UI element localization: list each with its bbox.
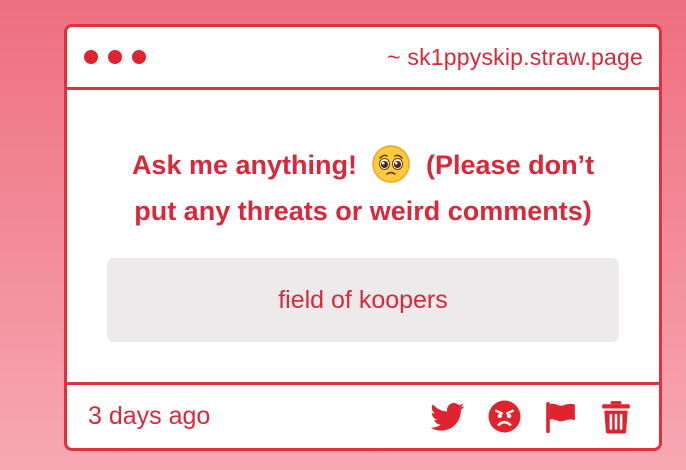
twitter-icon xyxy=(431,402,465,431)
answer-box: field of koopers xyxy=(107,258,619,342)
window-dot xyxy=(84,50,98,64)
report-angry-button[interactable] xyxy=(487,400,521,434)
trash-icon xyxy=(602,400,630,433)
angry-face-icon xyxy=(488,400,520,433)
card-footer: 3 days ago xyxy=(67,382,659,448)
pleading-face-icon xyxy=(371,145,410,183)
answer-text: field of koopers xyxy=(278,285,448,314)
twitter-share-button[interactable] xyxy=(431,400,465,434)
delete-button[interactable] xyxy=(599,400,633,434)
question-text-before: Ask me anything! xyxy=(131,150,357,180)
flag-button[interactable] xyxy=(543,400,577,434)
flag-icon xyxy=(546,401,575,433)
question-body: Ask me anything! (Please don’t put any t… xyxy=(67,90,659,382)
timestamp: 3 days ago xyxy=(88,402,211,430)
window-dots xyxy=(84,50,146,64)
question-card: ~ sk1ppyskip.straw.page Ask me anything!… xyxy=(64,24,662,451)
window-dot xyxy=(132,50,146,64)
question-text: Ask me anything! (Please don’t put any t… xyxy=(108,142,618,234)
page-url[interactable]: ~ sk1ppyskip.straw.page xyxy=(387,44,643,71)
window-dot xyxy=(108,50,122,64)
action-bar xyxy=(431,400,633,434)
window-titlebar: ~ sk1ppyskip.straw.page xyxy=(67,27,659,90)
